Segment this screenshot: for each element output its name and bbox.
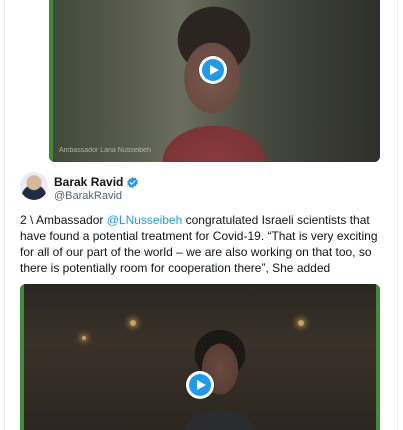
- video-player-2[interactable]: [20, 284, 380, 430]
- author-name-row[interactable]: Barak Ravid: [54, 175, 139, 189]
- video-thumbnail-2: [20, 284, 380, 430]
- tweet-author[interactable]: Barak Ravid @BarakRavid: [20, 172, 380, 204]
- verified-badge-icon: [127, 176, 139, 188]
- play-icon: [189, 374, 211, 396]
- video-caption: Ambassador Lana Nusseibeh: [59, 147, 151, 154]
- background-light: [130, 320, 136, 326]
- mention-link[interactable]: @LNusseibeh: [107, 213, 183, 227]
- play-icon: [202, 59, 224, 81]
- play-button-1[interactable]: [199, 56, 227, 84]
- tweet-text: 2 \ Ambassador @LNusseibeh congratulated…: [20, 212, 380, 276]
- video-player-1[interactable]: Ambassador Lana Nusseibeh: [49, 0, 380, 162]
- video-frame-edge: [376, 284, 380, 430]
- video-frame-edge: [20, 284, 24, 430]
- background-light: [82, 336, 86, 340]
- video-frame-edge: [49, 0, 53, 162]
- tweet-text-prefix: 2 \ Ambassador: [20, 213, 107, 227]
- avatar[interactable]: [20, 172, 48, 200]
- author-name[interactable]: Barak Ravid: [54, 175, 123, 189]
- play-button-2[interactable]: [186, 371, 214, 399]
- background-light: [298, 320, 304, 326]
- author-handle[interactable]: @BarakRavid: [54, 190, 122, 202]
